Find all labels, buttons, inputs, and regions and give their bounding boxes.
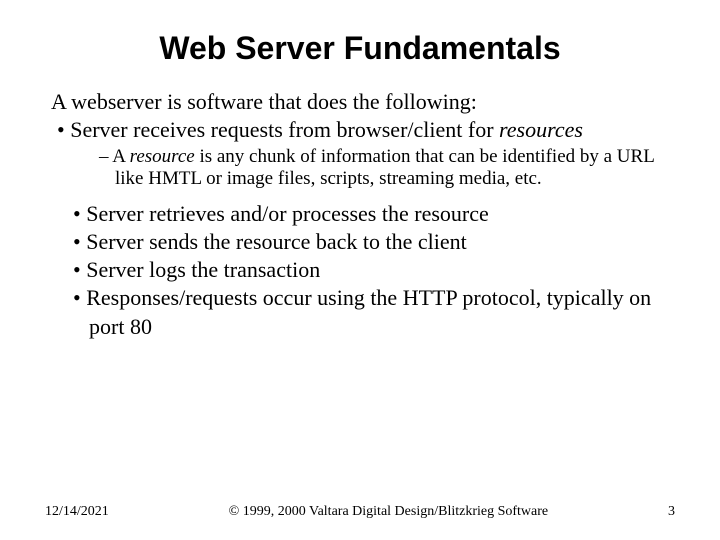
footer-copyright: © 1999, 2000 Valtara Digital Design/Blit… — [109, 504, 668, 519]
footer-page-number: 3 — [668, 504, 675, 520]
bullet-retrieves: Server retrieves and/or processes the re… — [45, 200, 675, 228]
bullet-sends: Server sends the resource back to the cl… — [45, 228, 675, 256]
intro-text: A webserver is software that does the fo… — [45, 89, 675, 115]
dash-em: resource — [130, 146, 195, 167]
bullet-resources-text: Server receives requests from browser/cl… — [70, 117, 499, 142]
footer: 12/14/2021 © 1999, 2000 Valtara Digital … — [0, 504, 720, 520]
footer-date: 12/14/2021 — [45, 504, 109, 520]
bullet-resources: Server receives requests from browser/cl… — [45, 117, 675, 142]
slide-title: Web Server Fundamentals — [45, 30, 675, 67]
bullet-resources-em: resources — [499, 117, 583, 142]
sub-bullet-resource-def: – A resource is any chunk of information… — [45, 146, 675, 190]
bullet-logs: Server logs the transaction — [45, 256, 675, 284]
dash-post: is any chunk of information that can be … — [115, 146, 654, 189]
dash-pre: – A — [99, 146, 130, 167]
bullet-http: Responses/requests occur using the HTTP … — [45, 284, 675, 340]
